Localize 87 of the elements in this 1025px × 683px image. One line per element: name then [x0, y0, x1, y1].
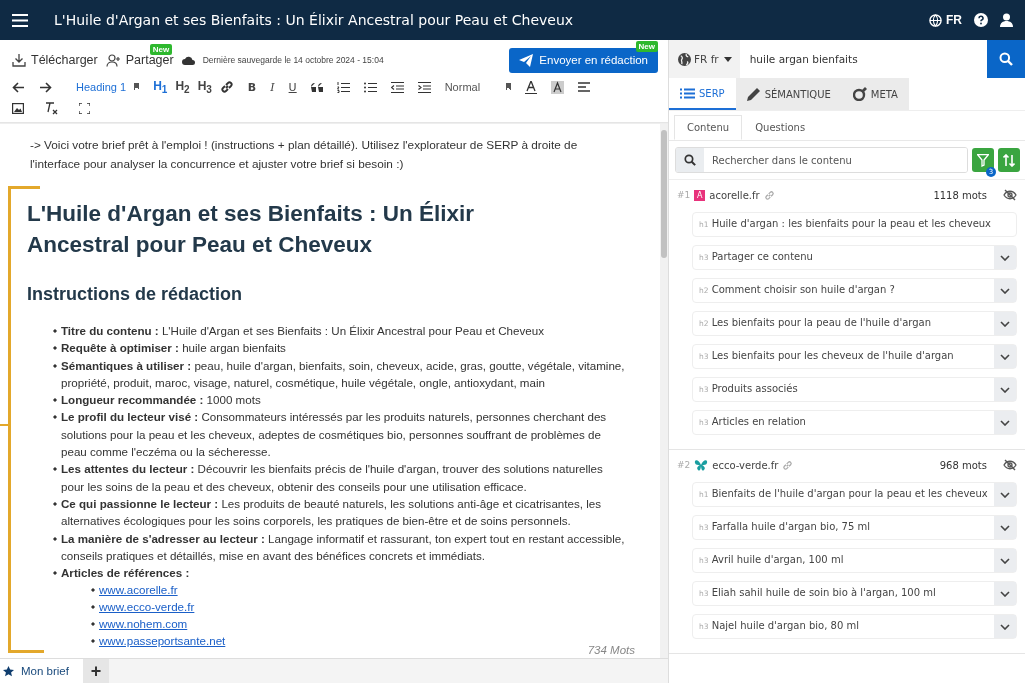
download-button[interactable]: Télécharger	[12, 53, 98, 67]
word-count: 1118 mots	[933, 189, 987, 201]
share-button[interactable]: Partager	[105, 53, 174, 67]
reference-link[interactable]: www.passeportsante.net	[99, 634, 226, 648]
chevron-icon[interactable]	[994, 582, 1016, 605]
search-icon	[684, 154, 696, 166]
quote-icon[interactable]	[310, 82, 323, 92]
user-add-icon	[105, 53, 121, 67]
user-icon[interactable]	[1000, 13, 1013, 27]
bullet-list-icon[interactable]	[363, 81, 377, 93]
outdent-icon[interactable]	[390, 81, 404, 93]
eye-off-icon[interactable]	[1003, 459, 1017, 471]
add-tab-button[interactable]: +	[82, 659, 109, 683]
heading-button[interactable]: H$_{1}$	[153, 78, 168, 96]
word-count: 968 mots	[939, 459, 987, 471]
scrollbar[interactable]	[660, 124, 668, 658]
intro-text: -> Voici votre brief prêt à l'emploi ! (instructions + plan détaillé). Utilisez l'explorateur de SERP à droite de l'interface pour analyser la concurrence et ajuster votre brief si besoin :)	[30, 137, 579, 173]
menu-icon[interactable]	[12, 13, 28, 27]
list-icon	[680, 87, 695, 99]
chevron-icon[interactable]	[994, 549, 1016, 572]
star-icon	[3, 665, 14, 677]
document-title: L'Huile d'Argan et ses Bienfaits : Un Élixir Ancestral pour Peau et Cheveux	[54, 12, 574, 28]
panel-tab[interactable]: META	[841, 78, 909, 110]
rank-label: #1	[677, 190, 691, 200]
redo-icon[interactable]	[39, 81, 52, 93]
chevron-icon[interactable]	[994, 246, 1016, 269]
globe-icon	[678, 52, 691, 66]
align-icon[interactable]	[578, 82, 591, 92]
chevron-icon[interactable]	[994, 483, 1016, 506]
help-icon[interactable]	[974, 13, 988, 27]
chevron-icon[interactable]	[994, 615, 1016, 638]
heading-button[interactable]: H$_{2}$	[175, 78, 190, 96]
size-select[interactable]: Normal	[444, 81, 512, 93]
butterfly-icon	[694, 459, 709, 471]
language-selector[interactable]: FR	[929, 13, 962, 27]
chevron-icon[interactable]	[994, 378, 1016, 401]
filter-button[interactable]	[972, 148, 994, 172]
locale-selector[interactable]: FR fr	[669, 40, 740, 78]
content-tab[interactable]: Questions	[742, 115, 819, 140]
site-link[interactable]: acorelle.fr	[709, 189, 760, 201]
reference-link[interactable]: www.acorelle.fr	[99, 583, 178, 597]
chevron-icon[interactable]	[994, 411, 1016, 434]
format-button[interactable]: U	[288, 80, 297, 94]
filter-icon	[977, 153, 989, 167]
pencil-icon	[746, 87, 761, 101]
cloud-icon	[181, 55, 195, 65]
clear-format-icon[interactable]	[44, 101, 59, 115]
save-status: Dernière sauvegarde le 14 octobre 2024 - 15:04	[202, 55, 384, 65]
highlight-icon[interactable]	[551, 80, 565, 94]
eye-off-icon[interactable]	[1003, 189, 1017, 201]
document-tab[interactable]: Mon brief	[0, 659, 83, 683]
rank-label: #2	[677, 460, 691, 470]
format-button[interactable]: B	[247, 80, 257, 94]
heading-button[interactable]: H$_{3}$	[197, 78, 212, 96]
download-icon	[12, 53, 26, 67]
format-button[interactable]: I	[270, 80, 275, 94]
sort-button[interactable]	[998, 148, 1020, 172]
query-field[interactable]: huile argan bienfaits	[739, 40, 987, 78]
paper-plane-icon	[519, 53, 534, 67]
site-link[interactable]: ecco-verde.fr	[712, 459, 779, 471]
new-badge: New	[635, 40, 658, 52]
word-count: 734 Mots	[587, 644, 635, 656]
indent-icon[interactable]	[417, 81, 431, 93]
content-tab[interactable]: Contenu	[674, 115, 743, 140]
reference-link[interactable]: www.ecco-verde.fr	[99, 600, 195, 614]
site-favicon: A	[694, 189, 706, 201]
chevron-icon[interactable]	[994, 279, 1016, 302]
heading-select[interactable]: Heading 1	[76, 81, 140, 93]
link-icon[interactable]	[219, 80, 234, 94]
globe-icon	[929, 13, 942, 27]
image-icon[interactable]	[12, 102, 24, 114]
brief-title: L'Huile d'Argan et ses Bienfaits : Un Élixir Ancestral pour Peau et Cheveux	[27, 200, 476, 259]
undo-icon[interactable]	[12, 81, 25, 93]
fullscreen-icon[interactable]	[79, 102, 90, 114]
chevron-icon[interactable]	[994, 312, 1016, 335]
chevron-icon[interactable]	[994, 516, 1016, 539]
content-search-field[interactable]: Rechercher dans le contenu	[675, 147, 968, 173]
panel-tab[interactable]: SÉMANTIQUE	[735, 78, 842, 110]
new-badge: New	[149, 44, 173, 55]
section-heading: Instructions de rédaction	[27, 284, 244, 305]
ordered-list-icon[interactable]	[336, 81, 350, 93]
chevron-icon[interactable]	[994, 345, 1016, 368]
search-icon	[999, 52, 1013, 66]
search-button[interactable]	[987, 40, 1025, 78]
reference-link[interactable]: www.nohem.com	[99, 617, 188, 631]
text-color-icon[interactable]	[525, 80, 538, 94]
sort-icon	[1003, 153, 1015, 167]
